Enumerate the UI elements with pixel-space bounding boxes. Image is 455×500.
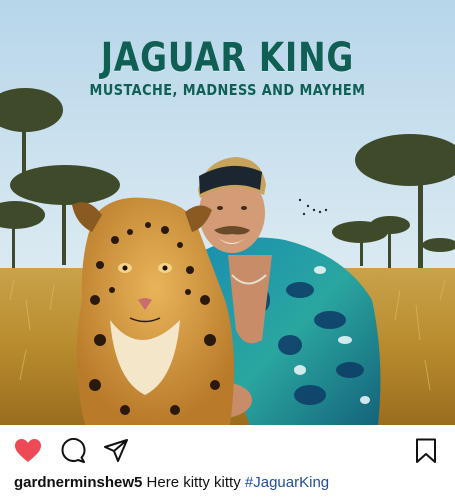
poster-title: JAGUAR KING [100,35,355,81]
poster-subtitle: MUSTACHE, MADNESS AND MAYHEM [89,81,366,99]
action-bar [0,425,455,475]
comment-icon [61,438,86,463]
post-caption: gardnerminshew5 Here kitty kitty #Jaguar… [14,474,329,491]
like-button[interactable] [14,437,42,465]
caption-hashtag[interactable]: #JaguarKing [245,474,329,491]
comment-button[interactable] [59,437,87,465]
save-button[interactable] [412,437,440,465]
share-button[interactable] [102,437,130,465]
paper-plane-icon [104,439,128,462]
caption-username[interactable]: gardnerminshew5 [14,474,142,491]
post-image[interactable]: JAGUAR KING MUSTACHE, MADNESS AND MAYHEM [0,0,455,425]
heart-icon [15,439,41,462]
caption-text: Here kitty kitty [146,474,241,491]
bookmark-icon [416,438,436,463]
